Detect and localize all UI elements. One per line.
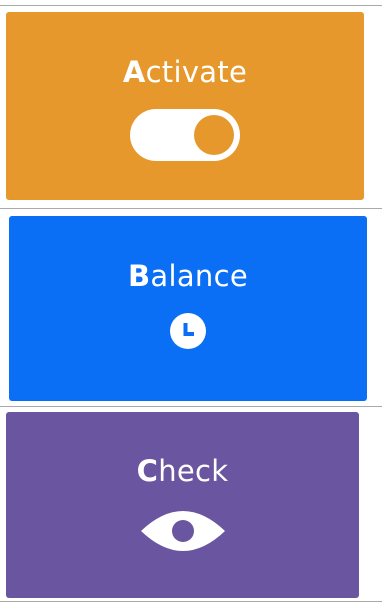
toggle-switch-on-icon[interactable] <box>130 109 240 161</box>
check-label: Check <box>136 454 229 488</box>
eye-icon <box>139 508 227 554</box>
top-divider <box>0 5 382 6</box>
balance-label: Balance <box>128 259 248 293</box>
toggle-knob <box>194 115 234 155</box>
check-button[interactable]: Check <box>6 412 359 598</box>
activate-button[interactable]: Activate <box>6 12 364 200</box>
balance-button[interactable]: Balance <box>9 216 367 401</box>
activate-label: Activate <box>122 55 248 89</box>
bottom-divider <box>0 601 382 602</box>
divider-1 <box>0 208 382 209</box>
divider-2 <box>0 406 382 407</box>
clock-icon <box>170 313 206 349</box>
